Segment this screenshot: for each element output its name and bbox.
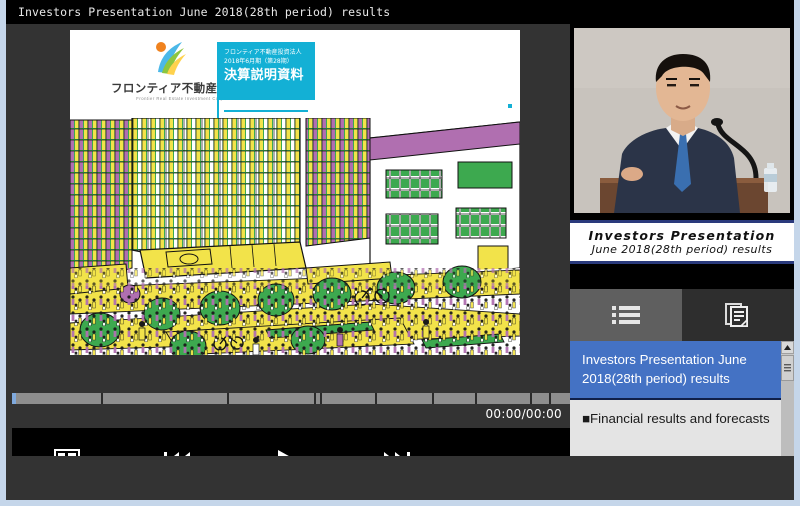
- time-display: 00:00/00:00: [485, 407, 562, 421]
- speaker-video-frame: [570, 24, 794, 217]
- slide-title-line2: 2018年6月期（第28期）: [224, 58, 293, 65]
- slide-corner-marker: [508, 104, 512, 108]
- list-item[interactable]: Investors Presentation June 2018(28th pe…: [570, 341, 794, 400]
- seek-segment[interactable]: [377, 393, 433, 404]
- seek-segment[interactable]: [531, 393, 549, 404]
- list-item-label: Investors Presentation June 2018(28th pe…: [582, 352, 747, 386]
- window-bottom-bar: [6, 456, 794, 500]
- documents-icon: [725, 303, 748, 327]
- scroll-up-icon: [784, 345, 791, 350]
- slide-stage: フロンティア不動産投資法人 Frontier Real Estate Inves…: [12, 24, 570, 369]
- scroll-up-button[interactable]: [781, 341, 794, 354]
- tab-documents[interactable]: [682, 289, 794, 341]
- content-area: フロンティア不動産投資法人 Frontier Real Estate Inves…: [6, 24, 794, 492]
- slide-title-line1: フロンティア不動産投資法人: [224, 49, 302, 56]
- seek-segment[interactable]: [321, 393, 376, 404]
- seek-segment[interactable]: [103, 393, 227, 404]
- tab-index[interactable]: [570, 289, 682, 341]
- video-caption: Investors Presentation June 2018(28th pe…: [570, 220, 794, 264]
- slide-title-rule: [224, 110, 308, 112]
- seek-segment[interactable]: [434, 393, 475, 404]
- city-illustration-svg: [70, 118, 520, 355]
- time-display-row: 00:00/00:00: [12, 404, 570, 428]
- right-panel: Investors Presentation June 2018(28th pe…: [570, 24, 794, 482]
- scrollbar-track[interactable]: [781, 381, 794, 468]
- slide-header: フロンティア不動産投資法人 Frontier Real Estate Inves…: [70, 30, 520, 124]
- seek-segment[interactable]: [228, 393, 314, 404]
- scrollbar-grip-icon: [784, 363, 791, 371]
- seek-segment[interactable]: [315, 393, 320, 404]
- application-window: Investors Presentation June 2018(28th pe…: [0, 0, 800, 506]
- video-caption-line2: June 2018(28th period) results: [591, 243, 773, 256]
- slide-title-box: フロンティア不動産投資法人 2018年6月期（第28期） 決算説明資料: [217, 42, 315, 112]
- slide-title-line3: 決算説明資料: [224, 68, 304, 83]
- window-title: Investors Presentation June 2018(28th pe…: [18, 5, 391, 19]
- bulleted-list-icon: [612, 306, 640, 324]
- seek-bar[interactable]: [12, 393, 581, 404]
- city-street-illustration: [70, 118, 520, 355]
- speaker-video[interactable]: [570, 24, 794, 217]
- video-caption-line1: Investors Presentation: [588, 228, 776, 243]
- list-item-label: ■Financial results and forecasts: [582, 411, 770, 426]
- scrollbar-thumb[interactable]: [781, 355, 794, 381]
- presentation-slide[interactable]: フロンティア不動産投資法人 Frontier Real Estate Inves…: [70, 30, 520, 355]
- media-player: フロンティア不動産投資法人 Frontier Real Estate Inves…: [12, 24, 581, 492]
- panel-tabs: [570, 289, 794, 341]
- window-title-bar: Investors Presentation June 2018(28th pe…: [6, 0, 794, 24]
- list-item[interactable]: ■Financial results and forecasts: [570, 400, 794, 438]
- seek-bar-area: [12, 369, 581, 404]
- seek-segment[interactable]: [476, 393, 530, 404]
- frontier-swoosh-logo-icon: [156, 42, 186, 75]
- seek-segment[interactable]: [16, 393, 102, 404]
